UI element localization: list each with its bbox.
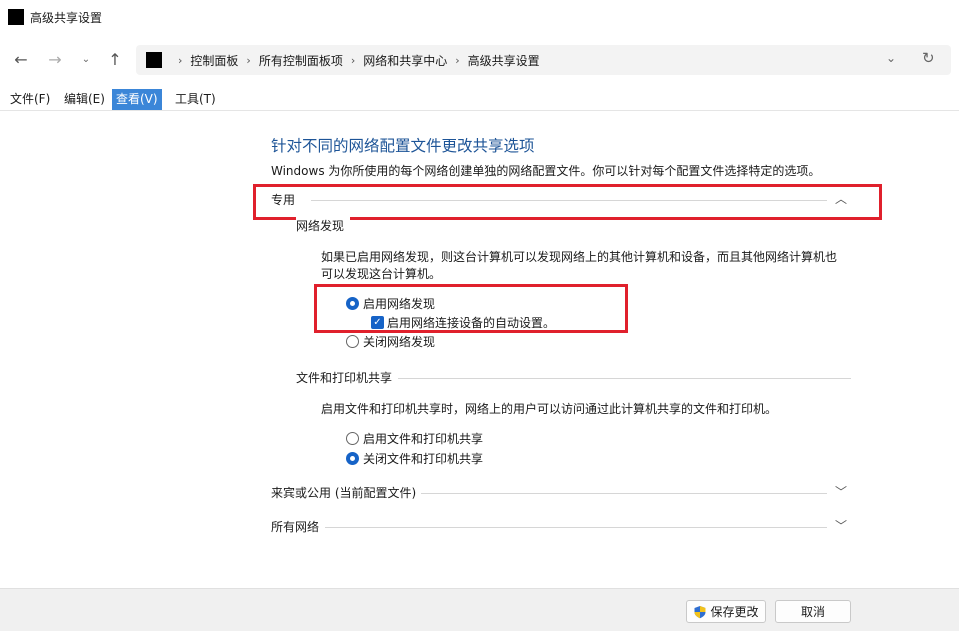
save-changes-button[interactable]: 保存更改: [686, 600, 766, 623]
address-dropdown-icon[interactable]: ⌄: [886, 51, 896, 65]
menu-view[interactable]: 查看(V): [112, 89, 162, 110]
radio-disable-file-sharing[interactable]: 关闭文件和打印机共享: [346, 450, 483, 466]
radio-disable-file-sharing-label[interactable]: 关闭文件和打印机共享: [363, 450, 483, 467]
footer-bar: 保存更改 取消: [0, 588, 959, 631]
file-printer-header: 文件和打印机共享: [296, 369, 851, 387]
network-discovery-label: 网络发现: [296, 217, 351, 234]
title-bar: 高级共享设置: [0, 0, 959, 34]
radio-unchecked-icon[interactable]: [346, 334, 359, 348]
highlight-box-discovery: [314, 284, 628, 333]
radio-enable-file-sharing[interactable]: 启用文件和打印机共享: [346, 430, 483, 446]
chevron-down-icon[interactable]: ﹀: [835, 483, 847, 500]
menu-edit[interactable]: 编辑(E): [60, 89, 109, 110]
section-all-header[interactable]: 所有网络 ﹀: [271, 518, 851, 536]
window-title: 高级共享设置: [30, 11, 103, 25]
divider: [421, 493, 827, 494]
breadcrumb-advanced-sharing[interactable]: 高级共享设置: [468, 52, 540, 69]
network-discovery-desc-1: 如果已启用网络发现，则这台计算机可以发现网络上的其他计算机和设备，而且其他网络计…: [321, 250, 838, 264]
control-panel-icon: [146, 52, 162, 68]
cancel-button[interactable]: 取消: [775, 600, 851, 623]
breadcrumb-separator-icon: ›: [178, 54, 183, 67]
menu-tools[interactable]: 工具(T): [171, 89, 220, 110]
file-printer-desc: 启用文件和打印机共享时，网络上的用户可以访问通过此计算机共享的文件和打印机。: [321, 402, 778, 416]
radio-checked-icon[interactable]: [346, 451, 359, 465]
breadcrumb-control-panel[interactable]: 控制面板: [190, 52, 238, 69]
recent-locations-chevron-icon[interactable]: ⌄: [78, 49, 94, 71]
menu-bar: 文件(F) 编辑(E) 查看(V) 工具(T): [0, 89, 959, 111]
radio-unchecked-icon[interactable]: [346, 431, 359, 445]
network-discovery-desc-2: 可以发现这台计算机。: [321, 267, 442, 281]
settings-content: 针对不同的网络配置文件更改共享选项 Windows 为你所使用的每个网络创建单独…: [0, 111, 959, 587]
breadcrumb-all-items[interactable]: 所有控制面板项: [259, 52, 343, 69]
refresh-icon[interactable]: ↻: [922, 49, 935, 67]
section-guest-header[interactable]: 来宾或公用 (当前配置文件) ﹀: [271, 484, 851, 502]
navigation-bar: ← → ⌄ ↑ › 控制面板 › 所有控制面板项 › 网络和共享中心 › 高级共…: [0, 34, 959, 86]
page-description: Windows 为你所使用的每个网络创建单独的网络配置文件。你可以针对每个配置文…: [271, 164, 821, 178]
back-arrow-icon[interactable]: ←: [10, 49, 32, 71]
chevron-down-icon[interactable]: ﹀: [835, 517, 847, 534]
radio-disable-network-discovery-label[interactable]: 关闭网络发现: [363, 333, 435, 350]
breadcrumb: › 控制面板 › 所有控制面板项 › 网络和共享中心 › 高级共享设置: [170, 52, 540, 69]
breadcrumb-separator-icon: ›: [246, 54, 251, 67]
menu-file[interactable]: 文件(F): [6, 89, 54, 110]
divider: [325, 527, 827, 528]
file-printer-label: 文件和打印机共享: [296, 369, 399, 386]
network-discovery-header: 网络发现: [296, 217, 851, 235]
window-icon: [8, 9, 24, 25]
section-guest-label: 来宾或公用 (当前配置文件): [271, 484, 423, 501]
up-arrow-icon[interactable]: ↑: [104, 49, 126, 71]
uac-shield-icon: [694, 605, 706, 618]
radio-disable-network-discovery[interactable]: 关闭网络发现: [346, 333, 435, 349]
divider: [398, 378, 851, 379]
save-changes-label: 保存更改: [710, 605, 759, 619]
breadcrumb-separator-icon: ›: [350, 54, 356, 67]
section-all-label: 所有网络: [271, 518, 326, 535]
breadcrumb-network-center[interactable]: 网络和共享中心: [363, 52, 447, 69]
breadcrumb-separator-icon: ›: [455, 54, 460, 67]
page-title: 针对不同的网络配置文件更改共享选项: [271, 137, 535, 155]
radio-enable-file-sharing-label[interactable]: 启用文件和打印机共享: [363, 430, 483, 447]
address-bar[interactable]: › 控制面板 › 所有控制面板项 › 网络和共享中心 › 高级共享设置 ⌄ ↻: [136, 45, 951, 75]
forward-arrow-icon[interactable]: →: [44, 49, 66, 71]
highlight-box-private: [253, 184, 882, 220]
